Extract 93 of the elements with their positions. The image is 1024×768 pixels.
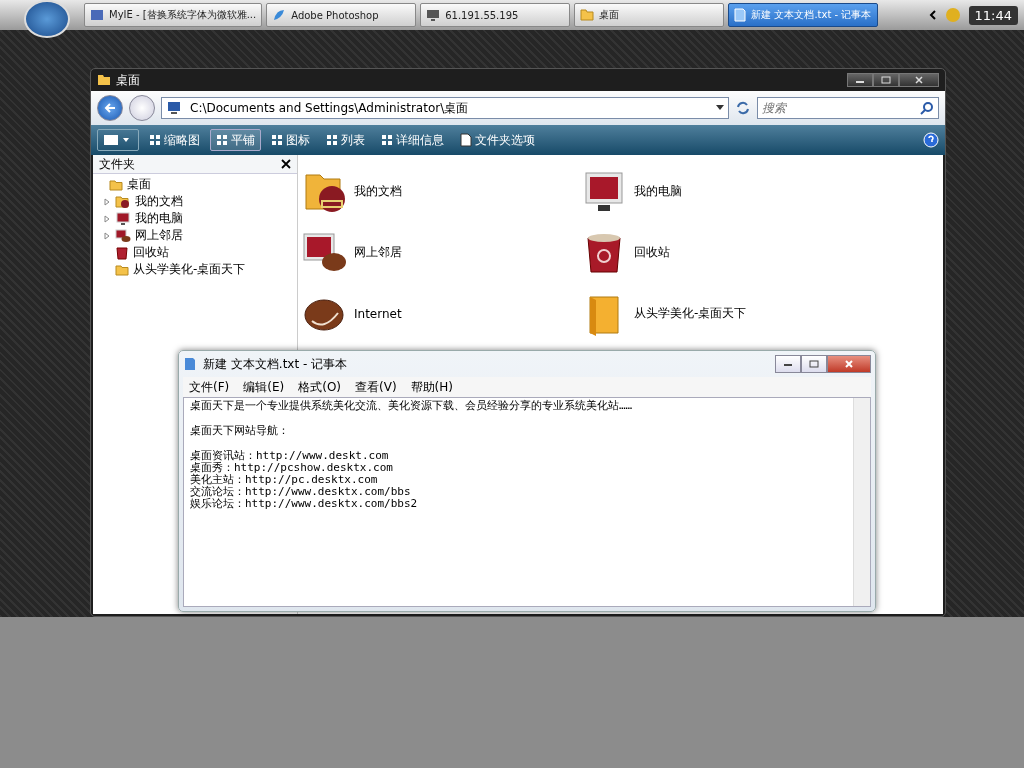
text-line: 桌面天下网站导航： [190, 425, 290, 437]
view-icon [149, 134, 161, 146]
tree-item[interactable]: 我的电脑 [135, 210, 183, 227]
monitor-icon [115, 211, 131, 226]
file-item[interactable]: Internet [354, 306, 402, 321]
text-line: 美化主站：http://pc.desktx.com [190, 474, 378, 486]
tree-item[interactable]: 回收站 [133, 244, 169, 261]
tree-item[interactable]: 网上邻居 [135, 227, 183, 244]
notepad-icon [734, 8, 747, 22]
text-line: 桌面资讯站：http://www.deskt.com [190, 450, 390, 462]
taskbar-button[interactable]: 桌面 [574, 3, 725, 27]
view-icon [216, 134, 228, 146]
tree-item[interactable]: 桌面 [127, 176, 151, 193]
window-icon [90, 8, 104, 22]
back-arrow-icon [103, 102, 117, 114]
window-title: 新建 文本文档.txt - 记事本 [203, 355, 348, 373]
clock: 11:44 [968, 5, 1018, 25]
view-icon [326, 134, 338, 146]
menu-item[interactable]: 编辑(E) [243, 378, 285, 396]
maximize-icon [881, 76, 891, 84]
toolbar-button[interactable]: 文件夹选项 [454, 129, 541, 151]
folder-icon [589, 296, 619, 336]
toolbar-button[interactable]: 平铺 [210, 129, 261, 151]
toolbar-button[interactable]: 详细信息 [375, 129, 450, 151]
menu-item[interactable]: 文件(F) [189, 378, 230, 396]
file-item[interactable]: 网上邻居 [354, 244, 402, 261]
view-button[interactable] [97, 129, 139, 151]
file-item[interactable]: 我的电脑 [634, 183, 682, 200]
bin-icon [115, 245, 129, 260]
file-item[interactable]: 我的文档 [354, 183, 402, 200]
text-line: 桌面天下是一个专业提供系统美化交流、美化资源下载、会员经验分享的专业系统美化站…… [190, 400, 634, 412]
folder-icon [115, 262, 129, 277]
refresh-icon[interactable] [735, 100, 751, 116]
tree-item[interactable]: 从头学美化-桌面天下 [133, 261, 246, 278]
search-icon[interactable] [920, 101, 934, 115]
computer-icon [166, 101, 182, 115]
expand-arrow-icon[interactable] [103, 231, 111, 240]
view-icon [381, 134, 393, 146]
folder-icon [97, 74, 111, 86]
close-icon [844, 360, 854, 368]
search-field[interactable]: 搜索 [757, 97, 939, 119]
menu-item[interactable]: 帮助(H) [410, 378, 453, 396]
folder-icon [109, 177, 123, 192]
minimize-button[interactable] [775, 355, 801, 373]
menu-item[interactable]: 查看(V) [355, 378, 397, 396]
monitor-icon [585, 172, 623, 211]
file-item[interactable]: 回收站 [634, 244, 670, 261]
text-line: 交流论坛：http://www.desktx.com/bbs [190, 486, 412, 498]
maximize-button[interactable] [873, 73, 899, 87]
back-button[interactable] [97, 95, 123, 121]
view-icon [271, 134, 283, 146]
football-icon [304, 299, 344, 330]
folder-icon [115, 194, 131, 209]
taskbar-button[interactable]: 新建 文本文档.txt - 记事本 [728, 3, 879, 27]
computer-icon [426, 8, 441, 22]
folder-icon [580, 9, 595, 21]
tree-item[interactable]: 我的文档 [135, 193, 183, 210]
monitor-icon [115, 228, 131, 243]
dropdown-arrow-icon[interactable] [716, 105, 724, 111]
expand-arrow-icon[interactable] [103, 197, 111, 206]
address-field[interactable]: C:\Documents and Settings\Administrator\桌面 [161, 97, 729, 119]
notepad-icon [183, 357, 197, 371]
pane-title: 文件夹 [99, 155, 135, 173]
taskbar-button[interactable]: MyIE - [替换系统字体为微软雅... [84, 3, 263, 27]
toolbar-button[interactable]: 图标 [265, 129, 316, 151]
text-line: 娱乐论坛：http://www.desktx.com/bbs2 [190, 498, 419, 510]
monitor-football-icon [303, 233, 346, 271]
close-button[interactable] [899, 73, 939, 87]
view-menu-icon [103, 134, 131, 146]
close-icon[interactable] [281, 159, 291, 169]
chevron-left-icon[interactable] [928, 10, 937, 20]
start-button[interactable] [24, 0, 70, 38]
document-icon [460, 133, 472, 147]
maximize-icon [809, 360, 819, 368]
close-button[interactable] [827, 355, 871, 373]
forward-button[interactable] [129, 95, 155, 121]
expand-arrow-icon[interactable] [103, 214, 111, 223]
help-icon[interactable] [923, 132, 939, 148]
toolbar-button[interactable]: 缩略图 [143, 129, 206, 151]
taskbar-button[interactable]: 61.191.55.195 [420, 3, 571, 27]
menu-item[interactable]: 格式(O) [298, 378, 342, 396]
text-line: 桌面秀：http://pcshow.desktx.com [190, 462, 394, 474]
minimize-button[interactable] [847, 73, 873, 87]
toolbar-button[interactable]: 列表 [320, 129, 371, 151]
folder-helmet-icon [305, 174, 345, 212]
recycle-bin-icon [587, 233, 621, 272]
feather-icon [272, 8, 287, 22]
taskbar-button[interactable]: Adobe Photoshop [266, 3, 417, 27]
minimize-icon [783, 361, 793, 367]
close-icon [914, 76, 924, 84]
scrollbar[interactable] [853, 398, 870, 606]
window-title: 桌面 [116, 71, 140, 89]
file-item[interactable]: 从头学美化-桌面天下 [634, 305, 747, 322]
